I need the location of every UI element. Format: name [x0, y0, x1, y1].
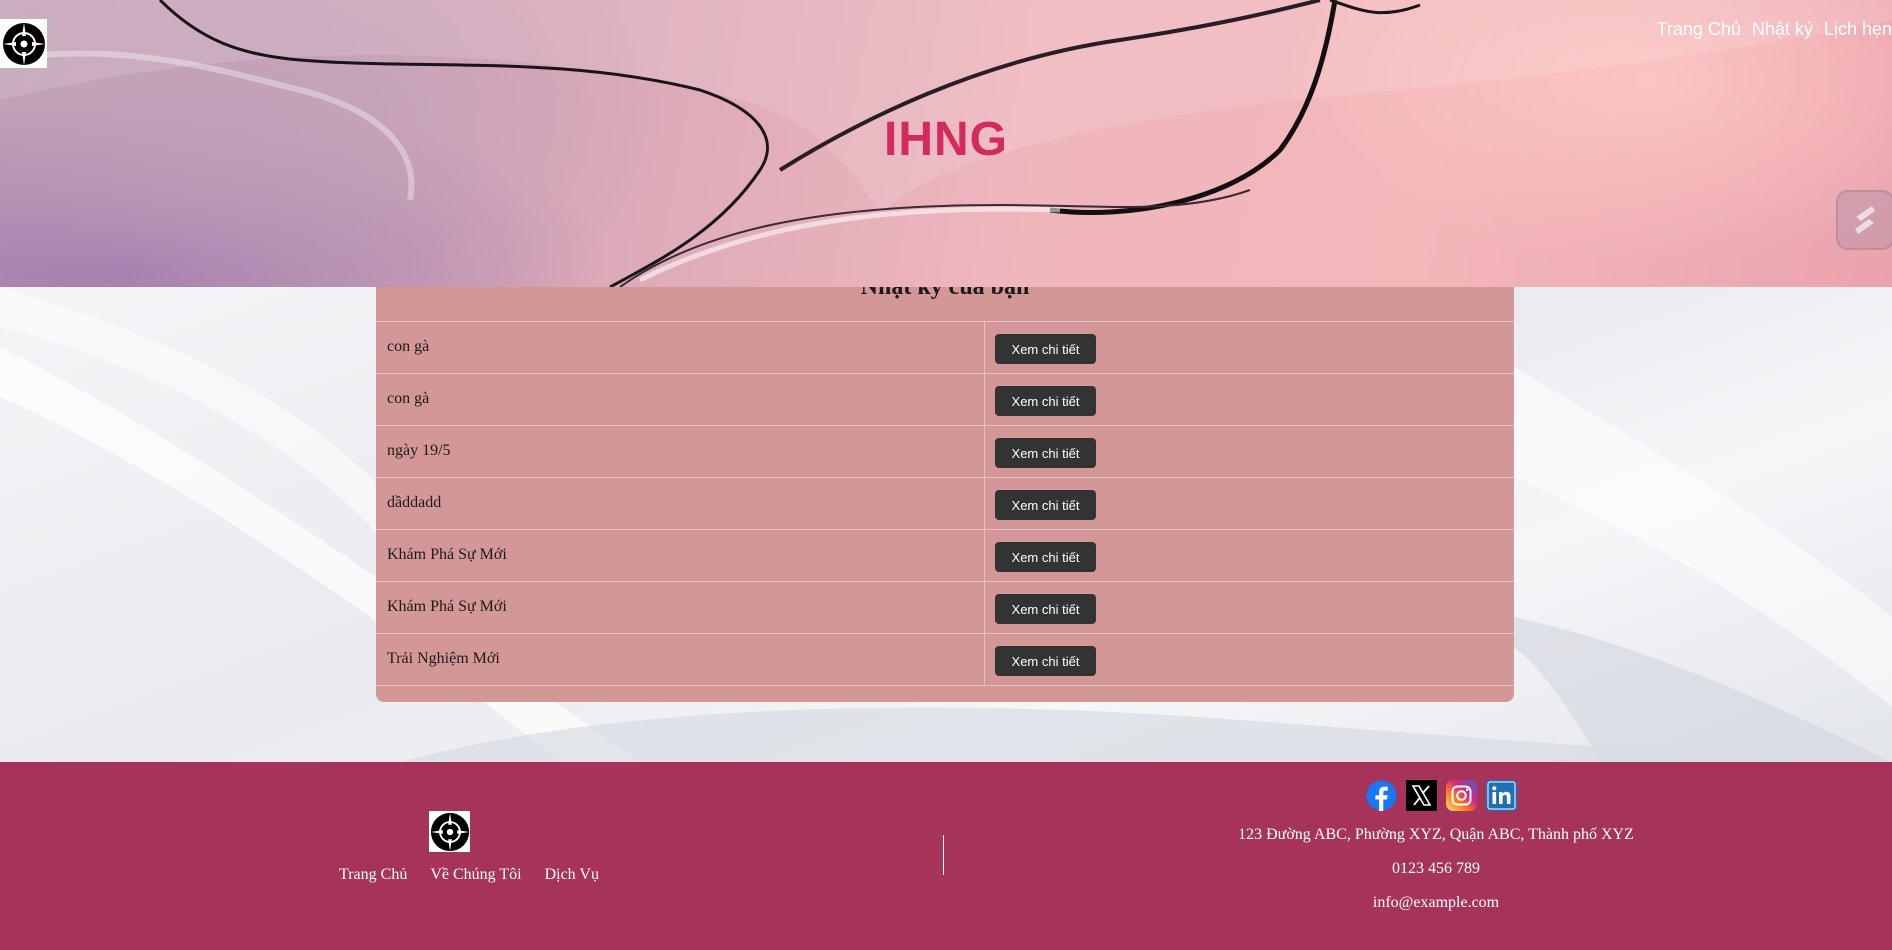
journal-title: Nhật ký của bạn: [860, 287, 1030, 300]
brand-title: IHNG: [884, 113, 1008, 166]
view-details-button[interactable]: Xem chi tiết: [995, 490, 1096, 520]
entry-title: Khám Phá Sự Mới: [387, 598, 507, 615]
table-row: con gà Xem chi tiết: [376, 322, 1514, 374]
hero-banner: Trang Chủ Nhật ký Lịch hẹn IHNG: [0, 0, 1892, 287]
lightning-icon: [1855, 206, 1875, 234]
footer-logo[interactable]: [429, 811, 470, 852]
column-divider: [984, 582, 985, 634]
main-nav: Trang Chủ Nhật ký Lịch hẹn: [1657, 19, 1892, 40]
instagram-icon[interactable]: [1446, 780, 1477, 811]
column-divider: [984, 322, 985, 374]
facebook-icon[interactable]: [1366, 780, 1397, 811]
view-details-button[interactable]: Xem chi tiết: [995, 334, 1096, 364]
floating-widget-button[interactable]: [1836, 190, 1892, 250]
nav-appointments[interactable]: Lịch hẹn: [1824, 19, 1892, 40]
footer-divider: [943, 835, 944, 875]
site-footer: Trang Chủ Về Chúng Tôi Dịch Vụ 123 Đường…: [0, 762, 1892, 950]
site-logo[interactable]: [0, 19, 47, 68]
footer-address: 123 Đường ABC, Phường XYZ, Quận ABC, Thà…: [1238, 826, 1634, 843]
footer-link-home[interactable]: Trang Chủ: [339, 866, 407, 884]
journal-table: Nhật ký của bạn con gà Xem chi tiết con …: [376, 287, 1514, 702]
table-row: Khám Phá Sự Mới Xem chi tiết: [376, 582, 1514, 634]
column-divider: [984, 478, 985, 530]
entry-title: dầddadd: [387, 494, 442, 511]
compass-logo-icon: [2, 22, 45, 65]
footer-nav: Trang Chủ Về Chúng Tôi Dịch Vụ: [339, 866, 599, 884]
view-details-button[interactable]: Xem chi tiết: [995, 542, 1096, 572]
entry-title: con gà: [387, 338, 430, 355]
linkedin-icon[interactable]: [1486, 780, 1517, 811]
entry-title: con gà: [387, 390, 430, 407]
table-row: ngày 19/5 Xem chi tiết: [376, 426, 1514, 478]
entry-title: ngày 19/5: [387, 442, 451, 459]
table-row: dầddadd Xem chi tiết: [376, 478, 1514, 530]
column-divider: [984, 530, 985, 582]
view-details-button[interactable]: Xem chi tiết: [995, 438, 1096, 468]
column-divider: [984, 374, 985, 426]
social-links: [1366, 780, 1517, 811]
view-details-button[interactable]: Xem chi tiết: [995, 646, 1096, 676]
view-details-button[interactable]: Xem chi tiết: [995, 594, 1096, 624]
entry-title: Trải Nghiệm Mới: [387, 650, 500, 667]
nav-home[interactable]: Trang Chủ: [1657, 19, 1741, 40]
footer-link-services[interactable]: Dịch Vụ: [545, 866, 599, 884]
table-row: Trải Nghiệm Mới Xem chi tiết: [376, 634, 1514, 686]
table-row: Khám Phá Sự Mới Xem chi tiết: [376, 530, 1514, 582]
x-icon[interactable]: [1406, 780, 1437, 811]
footer-email: info@example.com: [1372, 894, 1500, 911]
nav-journal[interactable]: Nhật ký: [1752, 19, 1813, 40]
view-details-button[interactable]: Xem chi tiết: [995, 386, 1096, 416]
footer-phone: 0123 456 789: [1392, 860, 1480, 877]
table-row: con gà Xem chi tiết: [376, 374, 1514, 426]
compass-logo-icon: [430, 812, 469, 851]
entry-title: Khám Phá Sự Mới: [387, 546, 507, 563]
column-divider: [984, 426, 985, 478]
footer-link-about[interactable]: Về Chúng Tôi: [430, 866, 521, 884]
column-divider: [984, 634, 985, 686]
